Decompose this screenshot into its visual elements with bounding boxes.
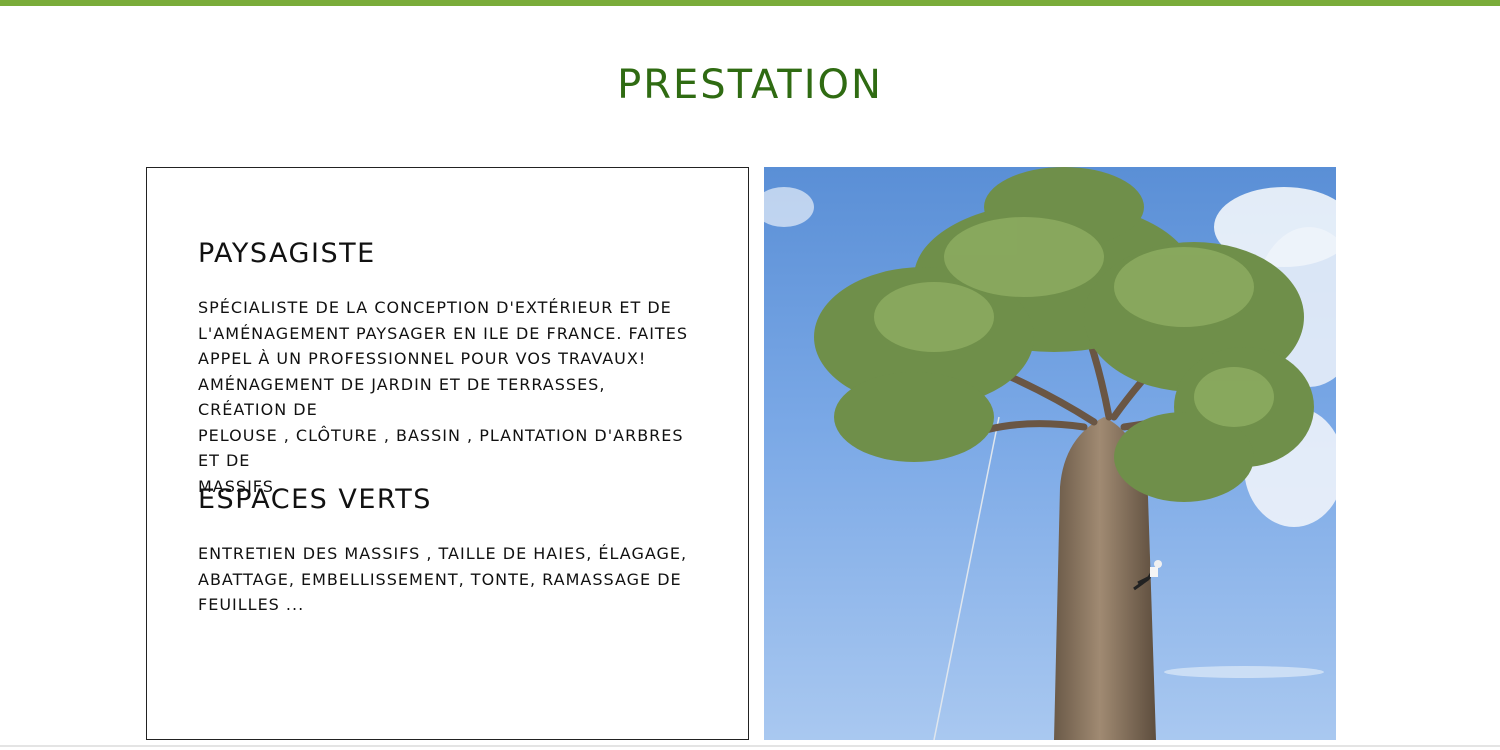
description-line: pelouse , Clôture , Bassin , Plantation …: [198, 425, 684, 471]
baobab-tree-with-climber-icon: [764, 167, 1336, 740]
service-espaces-verts: ESPACES VERTS Entretien des massifs , Ta…: [198, 484, 698, 618]
page-divider: [0, 745, 1500, 747]
description-line: l'aménagement paysager en Ile de France.…: [198, 323, 688, 343]
service-heading: PAYSAGISTE: [198, 238, 376, 269]
service-heading: ESPACES VERTS: [198, 484, 432, 515]
description-line: appel à un professionnel pour vos travau…: [198, 349, 647, 368]
top-accent-bar: [0, 0, 1500, 6]
service-description: Entretien des massifs , Taille de haies,…: [198, 541, 698, 618]
description-line: Abattage, Embellissement, Tonte, Ramassa…: [198, 569, 682, 589]
description-line: Entretien des massifs , Taille de haies,…: [198, 544, 688, 563]
service-paysagiste: PAYSAGISTE Spécialiste de la conception …: [198, 238, 698, 499]
description-line: feuilles ...: [198, 595, 305, 614]
service-description: Spécialiste de la conception d'extérieur…: [198, 295, 698, 499]
description-line: Aménagement de jardin et de terrasses, C…: [198, 374, 606, 420]
section-title: PRESTATION: [617, 62, 883, 108]
baobab-tree-photo: [764, 167, 1336, 740]
description-line: Spécialiste de la conception d'extérieur…: [198, 298, 672, 317]
services-panel: PAYSAGISTE Spécialiste de la conception …: [146, 167, 749, 740]
